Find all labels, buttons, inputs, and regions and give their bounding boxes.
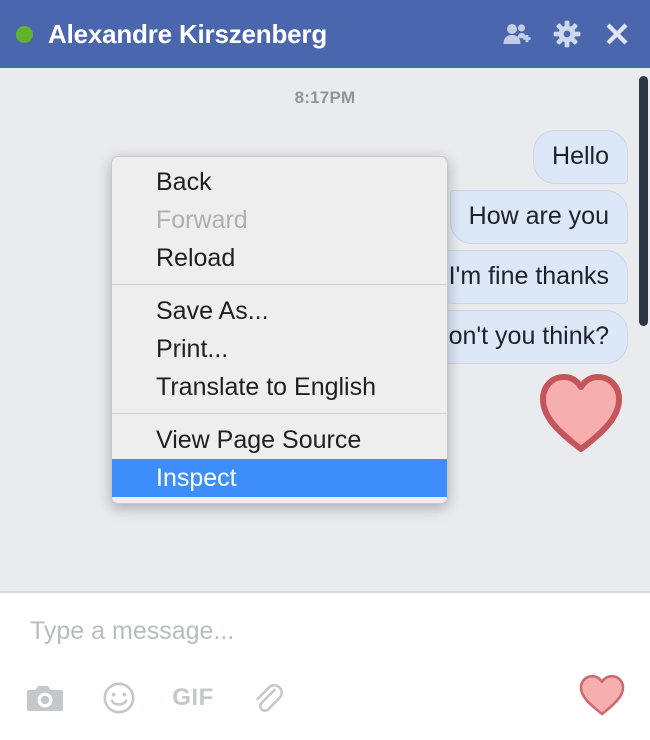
- menu-item-translate[interactable]: Translate to English: [112, 368, 447, 406]
- message-bubble[interactable]: How are you: [449, 190, 628, 244]
- menu-item-forward: Forward: [156, 206, 248, 234]
- menu-item-inspect[interactable]: Inspect: [112, 459, 447, 497]
- chat-scrollbar[interactable]: [638, 68, 649, 591]
- menu-item-reload[interactable]: Reload: [112, 239, 447, 277]
- message-input[interactable]: [30, 617, 590, 646]
- message-bubble[interactable]: Hello: [533, 130, 628, 184]
- thread-timestamp: 8:17PM: [294, 88, 356, 107]
- menu-item-view-page-source[interactable]: View Page Source: [112, 421, 447, 459]
- gear-icon[interactable]: [552, 19, 582, 49]
- message-composer: GIF: [0, 592, 650, 740]
- paperclip-icon[interactable]: [246, 678, 288, 718]
- menu-item-print[interactable]: Print...: [112, 330, 447, 368]
- camera-icon[interactable]: [24, 678, 66, 718]
- online-status-dot: [16, 25, 33, 43]
- message-bubble[interactable]: I'm fine thanks: [429, 250, 628, 304]
- gif-icon[interactable]: GIF: [172, 678, 214, 718]
- menu-item-save-as[interactable]: Save As...: [112, 292, 447, 330]
- close-icon[interactable]: [602, 19, 632, 49]
- add-person-icon[interactable]: [502, 19, 532, 49]
- chat-scrollbar-thumb[interactable]: [639, 76, 648, 326]
- menu-separator: [112, 284, 447, 285]
- gif-label: GIF: [172, 684, 214, 711]
- messenger-chat-window: Alexandre Kirszenberg 8:17PM Hello How a…: [0, 0, 650, 740]
- heart-emoji[interactable]: [538, 372, 624, 454]
- contact-name: Alexandre Kirszenberg: [48, 18, 328, 49]
- header-actions: [502, 19, 632, 49]
- composer-tools: GIF: [24, 678, 288, 718]
- heart-icon[interactable]: [578, 673, 626, 722]
- chat-header: Alexandre Kirszenberg: [0, 0, 650, 68]
- smiley-icon[interactable]: [98, 678, 140, 718]
- menu-item-back[interactable]: Back: [112, 163, 447, 201]
- menu-separator: [112, 413, 447, 414]
- context-menu[interactable]: Back Forward Reload Save As... Print... …: [111, 156, 448, 504]
